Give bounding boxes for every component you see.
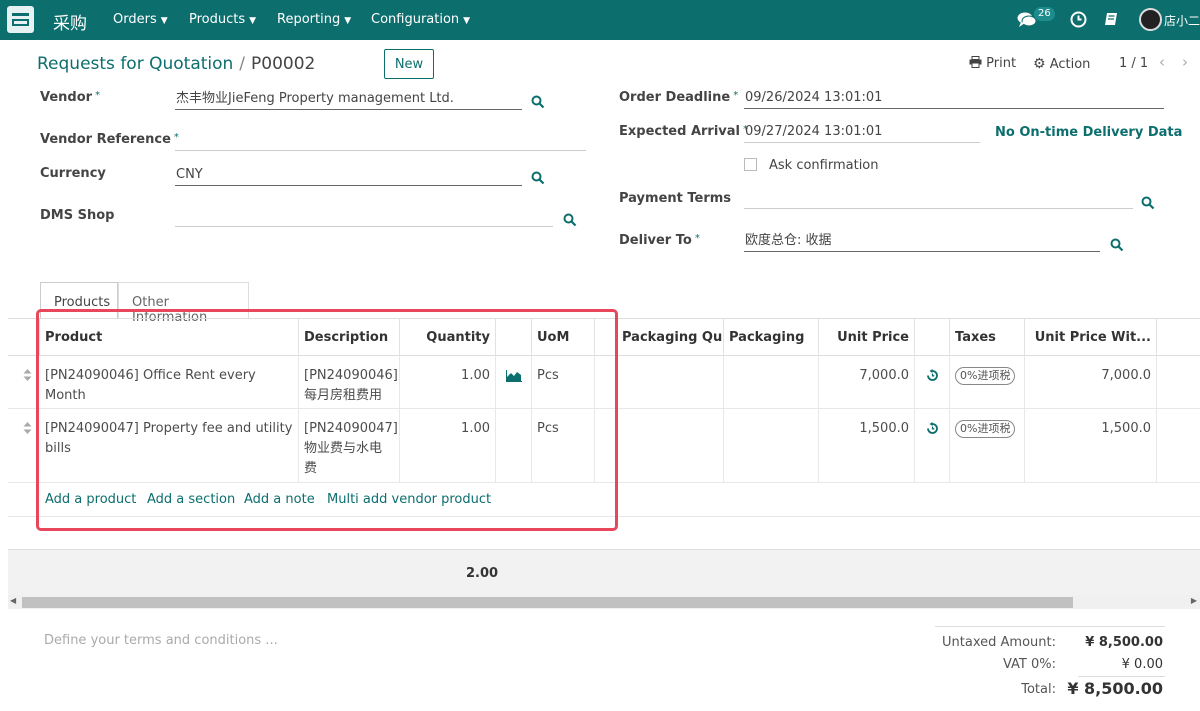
total-value: ¥ 8,500.00 <box>1067 679 1163 698</box>
taxes-cell[interactable]: 0%进项税 <box>950 409 1025 482</box>
search-icon[interactable] <box>1141 196 1155 210</box>
user-name[interactable]: 店小二 <box>1164 12 1200 29</box>
vat-value: ¥ 0.00 <box>1121 657 1163 672</box>
caret-down-icon: ▼ <box>344 16 352 26</box>
totals-divider <box>935 626 1165 627</box>
search-icon[interactable] <box>531 95 545 109</box>
caret-down-icon: ▼ <box>249 16 257 26</box>
packaging-qty-cell[interactable] <box>617 409 724 482</box>
reset-price-icon[interactable] <box>926 422 939 435</box>
table-footer <box>8 549 1200 595</box>
menu-reporting[interactable]: Reporting ▼ <box>277 12 351 27</box>
order-deadline-field[interactable]: 09/26/2024 13:01:01 <box>744 89 1164 109</box>
on-time-delivery-button[interactable]: No On-time Delivery Data <box>995 125 1182 140</box>
total-quantity: 2.00 <box>466 566 499 581</box>
menu-products-label: Products <box>189 12 246 27</box>
column-header-unit-price[interactable]: Unit Price <box>819 319 915 356</box>
order-deadline-label: Order Deadline * <box>619 90 739 105</box>
menu-products[interactable]: Products ▼ <box>189 12 256 27</box>
highlight-box <box>36 309 618 531</box>
breadcrumb: Requests for Quotation / P00002 <box>37 54 315 74</box>
clock-icon[interactable] <box>1070 11 1087 28</box>
caret-down-icon: ▼ <box>463 16 471 26</box>
ask-confirmation-checkbox[interactable] <box>744 158 757 171</box>
reset-cell[interactable] <box>915 409 950 482</box>
deliver-to-label: Deliver To * <box>619 233 700 248</box>
print-label: Print <box>986 56 1017 71</box>
chevron-left-icon[interactable]: ‹ <box>1159 53 1165 71</box>
packaging-cell[interactable] <box>724 409 819 482</box>
reset-price-icon[interactable] <box>926 369 939 382</box>
avatar[interactable] <box>1139 8 1162 31</box>
total-label: Total: <box>1021 682 1056 697</box>
totals-divider <box>1078 676 1165 677</box>
breadcrumb-separator: / <box>239 54 246 74</box>
breadcrumb-parent[interactable]: Requests for Quotation <box>37 54 233 74</box>
chat-count-badge: 26 <box>1034 7 1055 21</box>
tax-tag[interactable]: 0%进项税 <box>955 367 1016 385</box>
menu-configuration[interactable]: Configuration ▼ <box>371 12 470 27</box>
app-name[interactable]: 采购 <box>53 9 87 34</box>
untaxed-amount-value: ¥ 8,500.00 <box>1085 635 1163 650</box>
action-button[interactable]: ⚙ Action <box>1033 56 1090 72</box>
scrollbar-thumb[interactable] <box>22 597 1073 608</box>
packaging-cell[interactable] <box>724 356 819 408</box>
drag-handle-icon[interactable] <box>23 369 32 381</box>
ask-confirmation-label: Ask confirmation <box>769 158 879 173</box>
untaxed-amount-label: Untaxed Amount: <box>942 635 1056 650</box>
reset-cell[interactable] <box>915 356 950 408</box>
vat-label: VAT 0%: <box>1002 657 1056 672</box>
currency-field[interactable]: CNY <box>175 166 522 186</box>
drag-handle-icon[interactable] <box>23 422 32 434</box>
top-navbar: 采购 Orders ▼ Products ▼ Reporting ▼ Configur… <box>0 0 1200 40</box>
gear-icon: ⚙ <box>1033 56 1046 72</box>
search-icon[interactable] <box>531 171 545 185</box>
taxes-cell[interactable]: 0%进项税 <box>950 356 1025 408</box>
horizontal-scrollbar[interactable]: ◀ ▶ <box>8 595 1200 609</box>
menu-orders-label: Orders <box>113 12 157 27</box>
menu-reporting-label: Reporting <box>277 12 341 27</box>
packaging-qty-cell[interactable] <box>617 356 724 408</box>
chevron-right-icon[interactable]: › <box>1182 53 1188 71</box>
reset-column-header <box>915 319 950 356</box>
print-button[interactable]: Print <box>969 56 1016 71</box>
search-icon[interactable] <box>563 213 577 227</box>
vendor-label: Vendor * <box>40 90 101 105</box>
dms-shop-label: DMS Shop <box>40 208 115 223</box>
book-icon[interactable] <box>1104 12 1119 27</box>
column-header-unit-price-with[interactable]: Unit Price Wit... <box>1025 319 1157 356</box>
expected-arrival-label: Expected Arrival * <box>619 124 748 139</box>
vendor-reference-field[interactable] <box>175 131 586 151</box>
unit-price-cell[interactable]: 7,000.0 <box>819 356 915 408</box>
vendor-reference-label: Vendor Reference * <box>40 132 179 147</box>
print-icon <box>969 56 982 68</box>
payment-terms-label: Payment Terms <box>619 191 732 206</box>
menu-orders[interactable]: Orders ▼ <box>113 12 168 27</box>
unit-price-with-cell[interactable]: 7,000.0 <box>1025 356 1157 408</box>
vendor-field[interactable]: 杰丰物业JieFeng Property management Ltd. <box>175 90 522 110</box>
unit-price-with-cell[interactable]: 1,500.0 <box>1025 409 1157 482</box>
menu-configuration-label: Configuration <box>371 12 460 27</box>
column-header-packaging-qty[interactable]: Packaging Qu... <box>617 319 724 356</box>
breadcrumb-current: P00002 <box>251 54 316 74</box>
search-icon[interactable] <box>1110 238 1124 252</box>
deliver-to-field[interactable]: 欧度总仓: 收据 <box>744 232 1100 252</box>
caret-down-icon: ▼ <box>160 16 168 26</box>
scroll-right-arrow-icon[interactable]: ▶ <box>1191 596 1197 605</box>
column-header-packaging[interactable]: Packaging <box>724 319 819 356</box>
unit-price-cell[interactable]: 1,500.0 <box>819 409 915 482</box>
terms-conditions-field[interactable]: Define your terms and conditions ... <box>44 633 278 648</box>
apps-menu-icon[interactable] <box>7 6 34 33</box>
currency-label: Currency <box>40 166 106 181</box>
expected-arrival-field[interactable]: 09/27/2024 13:01:01 <box>744 123 980 143</box>
pager-value[interactable]: 1 / 1 <box>1119 56 1148 71</box>
payment-terms-field[interactable] <box>744 189 1133 209</box>
column-header-taxes[interactable]: Taxes <box>950 319 1025 356</box>
action-label: Action <box>1049 57 1091 72</box>
tax-tag[interactable]: 0%进项税 <box>955 420 1016 438</box>
dms-shop-field[interactable] <box>175 207 553 227</box>
scroll-left-arrow-icon[interactable]: ◀ <box>10 596 16 605</box>
new-button[interactable]: New <box>384 49 434 79</box>
